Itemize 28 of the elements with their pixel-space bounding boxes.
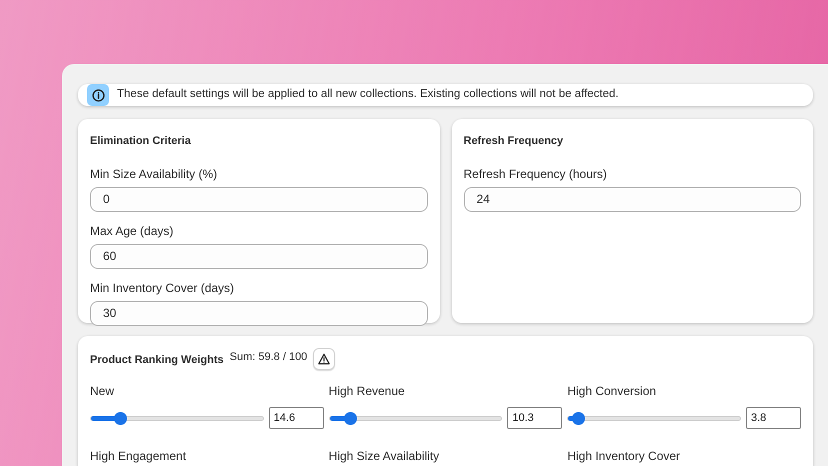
weight-label: High Revenue xyxy=(328,384,406,398)
slider-thumb[interactable] xyxy=(344,412,357,424)
card-title: Product Ranking Weights xyxy=(90,352,224,368)
number-input[interactable]: 10.3 xyxy=(507,407,562,429)
weight-label: New xyxy=(90,384,116,398)
field-label: Max Age (days) xyxy=(90,224,174,238)
number-input[interactable]: 3.8 xyxy=(746,407,801,429)
slider-thumb[interactable] xyxy=(572,412,586,424)
warning-button[interactable] xyxy=(313,348,336,370)
number-input[interactable]: 14.6 xyxy=(268,407,324,429)
weight-label: High Conversion xyxy=(567,384,658,398)
card-title: Refresh Frequency xyxy=(464,134,564,149)
weight-label: High Engagement xyxy=(90,449,188,463)
sum-text: Sum: 59.8 / 100 xyxy=(230,350,308,365)
weight-label: High Size Availability xyxy=(328,449,440,463)
warning-icon xyxy=(318,353,330,365)
field-label: Min Size Availability (%) xyxy=(90,166,218,180)
input-field[interactable]: 0 xyxy=(90,186,428,212)
input-field[interactable]: 60 xyxy=(90,244,428,268)
input-field[interactable]: 24 xyxy=(464,186,801,212)
field-label: Min Inventory Cover (days) xyxy=(90,280,236,294)
weight-label: High Inventory Cover xyxy=(567,449,682,463)
card-title: Elimination Criteria xyxy=(90,134,192,149)
slider-thumb[interactable] xyxy=(114,412,127,424)
field-label: Refresh Frequency (hours) xyxy=(464,166,608,180)
input-field[interactable]: 30 xyxy=(90,300,428,326)
info-icon xyxy=(87,84,109,106)
info-text: These default settings will be applied to all new collections. Existing collections will not be affected. xyxy=(117,87,619,102)
